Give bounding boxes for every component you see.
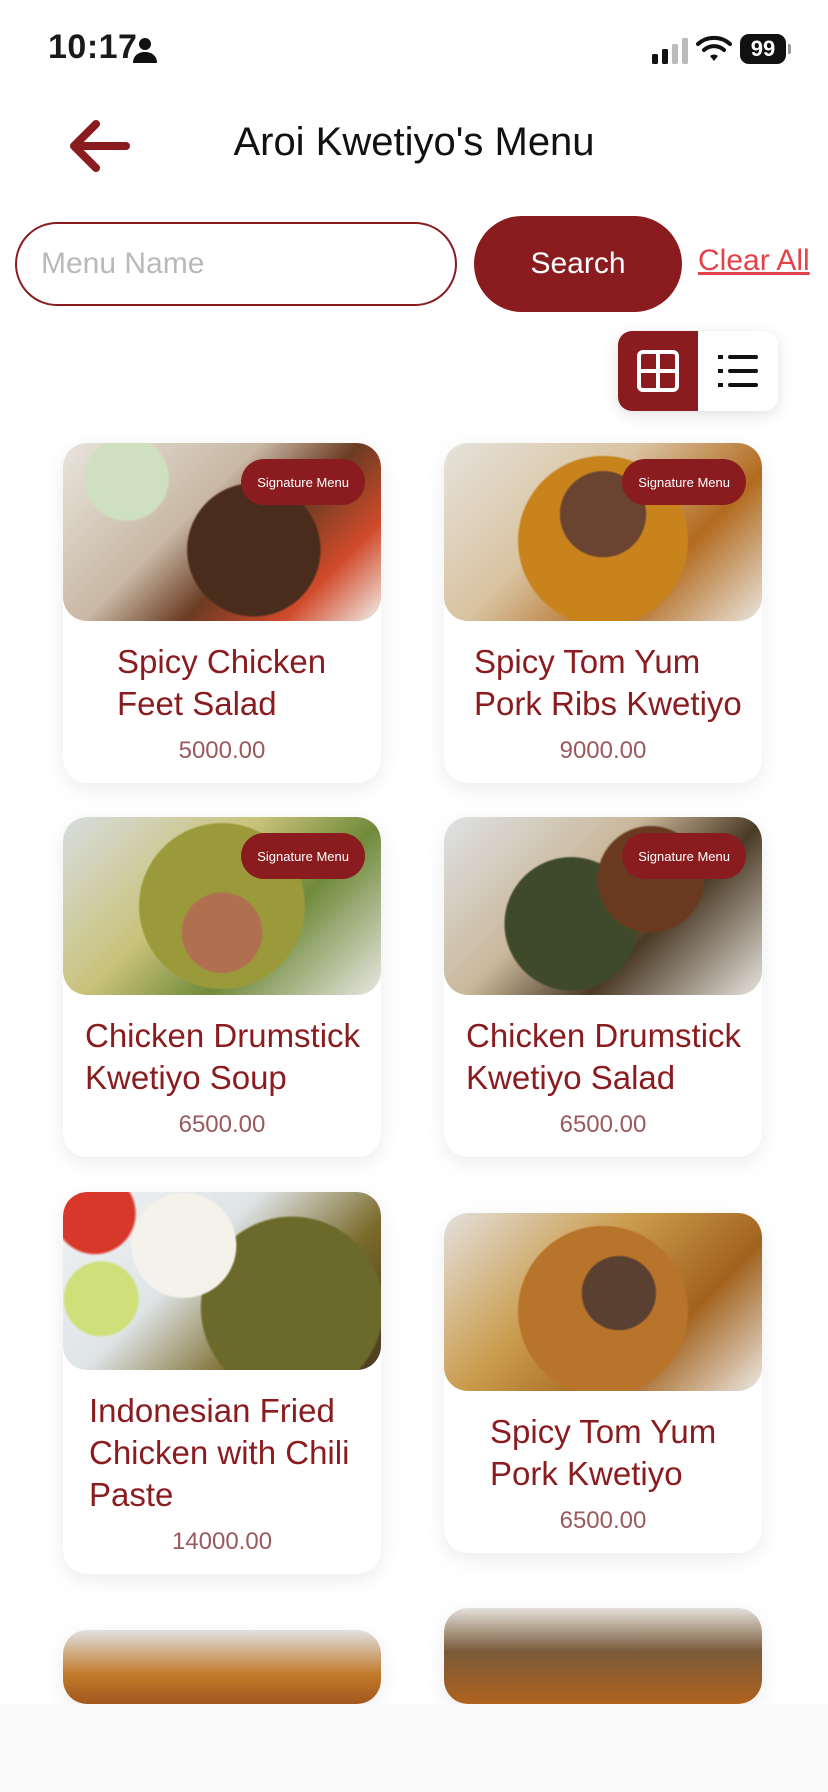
- battery-icon: 99: [740, 34, 791, 64]
- dish-photo: [444, 1213, 762, 1391]
- menu-card-partial[interactable]: [444, 1608, 762, 1704]
- clear-all-link[interactable]: Clear All: [698, 244, 810, 278]
- dish-photo: [63, 1192, 381, 1370]
- signature-badge: Signature Menu: [241, 833, 365, 879]
- dish-name: Chicken Drumstick Kwetiyo Salad: [466, 1017, 742, 1096]
- menu-card[interactable]: Spicy Tom Yum Pork Kwetiyo 6500.00: [444, 1213, 762, 1553]
- signature-badge: Signature Menu: [241, 459, 365, 505]
- dish-photo: [63, 1630, 381, 1704]
- battery-cap: [788, 44, 791, 54]
- grid-view-button[interactable]: [618, 331, 698, 411]
- grid-icon: [637, 350, 679, 392]
- dish-name: Spicy Chicken Feet Salad: [117, 643, 327, 722]
- battery-level: 99: [740, 34, 786, 64]
- dish-name: Chicken Drumstick Kwetiyo Soup: [85, 1017, 361, 1096]
- cellular-signal-icon: [652, 38, 688, 64]
- dish-photo: Signature Menu: [444, 817, 762, 995]
- wifi-icon: [696, 34, 732, 62]
- menu-card[interactable]: Signature Menu Spicy Tom Yum Pork Ribs K…: [444, 443, 762, 783]
- page-title: Aroi Kwetiyo's Menu: [233, 120, 595, 164]
- menu-card[interactable]: Signature Menu Chicken Drumstick Kwetiyo…: [63, 817, 381, 1157]
- dish-price: 14000.00: [171, 1528, 273, 1555]
- dish-price: 5000.00: [178, 737, 266, 764]
- signature-badge: Signature Menu: [622, 833, 746, 879]
- menu-card[interactable]: Signature Menu Chicken Drumstick Kwetiyo…: [444, 817, 762, 1157]
- dish-photo: [444, 1608, 762, 1704]
- dish-photo: Signature Menu: [444, 443, 762, 621]
- status-time: 10:17: [48, 28, 138, 66]
- dish-price: 6500.00: [559, 1507, 647, 1534]
- menu-card[interactable]: Signature Menu Spicy Chicken Feet Salad …: [63, 443, 381, 783]
- dish-photo: Signature Menu: [63, 443, 381, 621]
- dish-price: 9000.00: [559, 737, 647, 764]
- status-bar: 10:17 99: [0, 0, 828, 100]
- dish-photo: Signature Menu: [63, 817, 381, 995]
- list-icon: [718, 355, 758, 387]
- bottom-area: [0, 1704, 828, 1792]
- dish-name: Spicy Tom Yum Pork Ribs Kwetiyo: [474, 643, 742, 722]
- menu-card[interactable]: Indonesian Fried Chicken with Chili Past…: [63, 1192, 381, 1574]
- dish-price: 6500.00: [178, 1111, 266, 1138]
- dish-price: 6500.00: [559, 1111, 647, 1138]
- dish-name: Spicy Tom Yum Pork Kwetiyo: [490, 1413, 717, 1492]
- menu-card-partial[interactable]: [63, 1630, 381, 1704]
- list-view-button[interactable]: [698, 331, 778, 411]
- view-toggle: [618, 331, 778, 411]
- signature-badge: Signature Menu: [622, 459, 746, 505]
- person-icon: [132, 36, 158, 64]
- dish-name: Indonesian Fried Chicken with Chili Past…: [89, 1392, 350, 1513]
- search-button[interactable]: Search: [474, 216, 682, 312]
- menu-search-input[interactable]: [15, 222, 457, 306]
